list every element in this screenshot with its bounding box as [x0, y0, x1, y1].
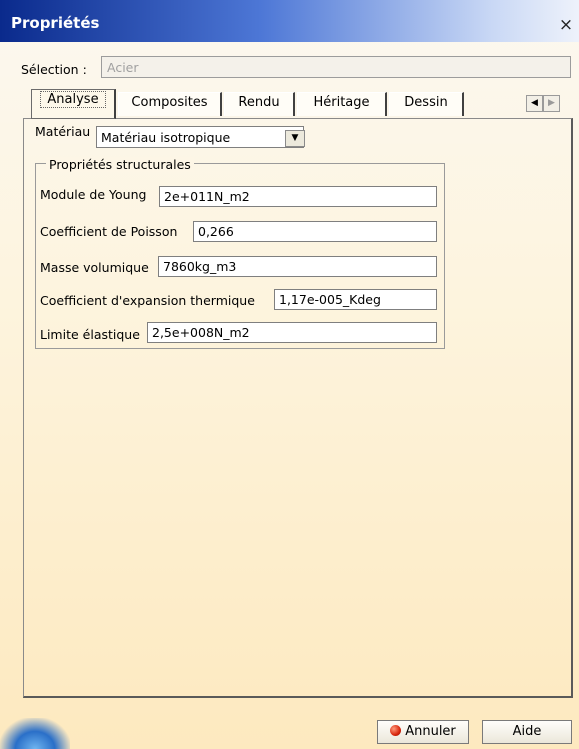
- cancel-button[interactable]: Annuler: [377, 720, 469, 744]
- material-label: Matériau: [35, 124, 91, 139]
- density-label: Masse volumique: [40, 260, 149, 275]
- help-button[interactable]: Aide: [482, 720, 572, 744]
- yield-limit-label: Limite élastique: [40, 327, 140, 342]
- cancel-icon: [390, 725, 402, 736]
- thermal-expansion-label: Coefficient d'expansion thermique: [40, 293, 255, 308]
- thermal-expansion-input[interactable]: 1,17e-005_Kdeg: [274, 289, 437, 310]
- close-button[interactable]: ×: [556, 15, 576, 35]
- window-title: Propriétés: [11, 14, 100, 32]
- poisson-input[interactable]: 0,266: [193, 221, 437, 242]
- chevron-down-icon[interactable]: ▼: [285, 130, 305, 147]
- poisson-label: Coefficient de Poisson: [40, 224, 178, 239]
- young-modulus-label: Module de Young: [40, 187, 147, 202]
- yield-limit-input[interactable]: 2,5e+008N_m2: [147, 322, 437, 343]
- tab-heritage[interactable]: Héritage: [297, 92, 387, 116]
- taskbar-fragment: [0, 718, 70, 749]
- arrow-left-icon[interactable]: ◀: [526, 95, 543, 112]
- tab-dessin[interactable]: Dessin: [389, 92, 464, 116]
- tab-rendu[interactable]: Rendu: [224, 92, 295, 116]
- group-legend: Propriétés structurales: [46, 157, 194, 172]
- tab-analyse[interactable]: Analyse: [31, 89, 116, 119]
- selection-field: Acier: [101, 56, 571, 78]
- density-input[interactable]: 7860kg_m3: [158, 256, 437, 277]
- tab-scroll: ◀ ▶: [526, 95, 560, 112]
- tab-composites[interactable]: Composites: [118, 92, 222, 116]
- material-select[interactable]: Matériau isotropique: [96, 126, 304, 148]
- young-modulus-input[interactable]: 2e+011N_m2: [159, 186, 437, 207]
- arrow-right-icon[interactable]: ▶: [543, 95, 560, 112]
- selection-label: Sélection :: [21, 62, 87, 77]
